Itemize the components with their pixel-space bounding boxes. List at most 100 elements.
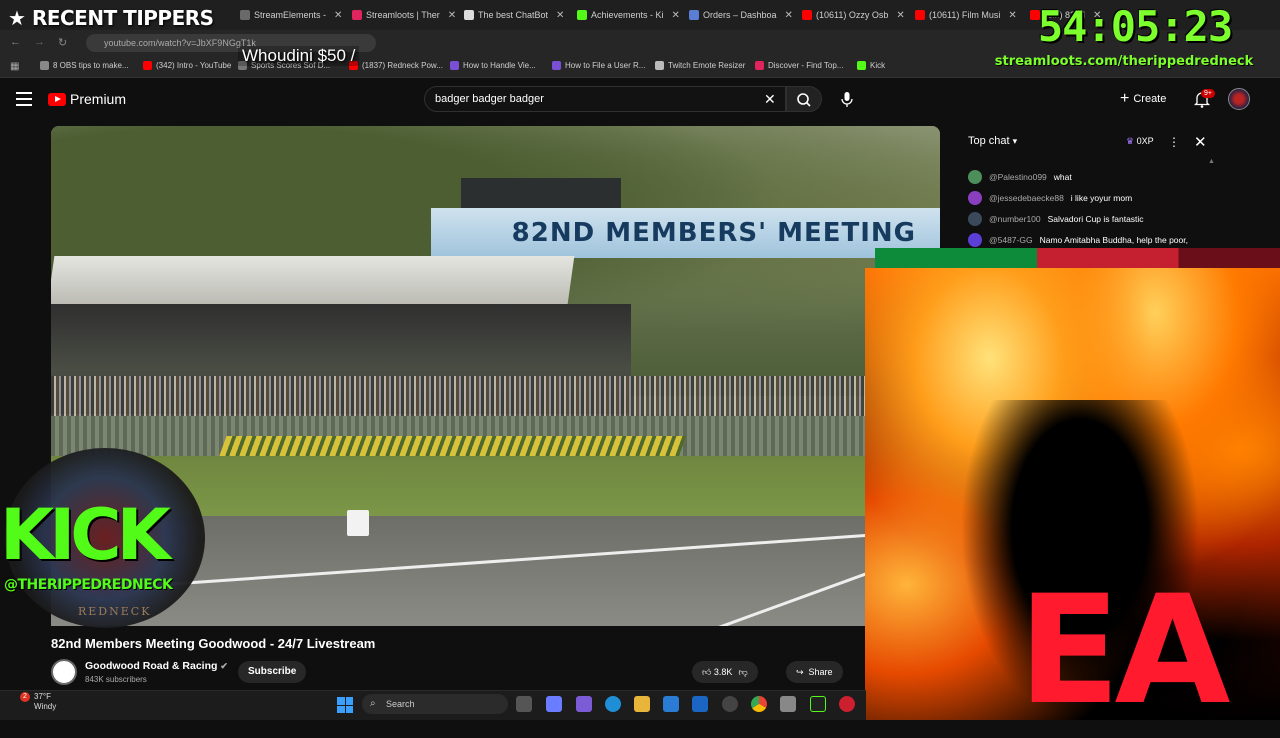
subscribe-button[interactable]: Subscribe: [238, 661, 307, 683]
share-label: Share: [808, 667, 833, 677]
channel-avatar[interactable]: [51, 659, 77, 685]
browser-tab[interactable]: StreamElements - ✕: [240, 5, 350, 25]
store-icon[interactable]: [663, 696, 679, 712]
bookmark-favicon-icon: [857, 61, 866, 70]
subathon-timer: 54:05:23: [1037, 2, 1233, 51]
bookmark-item[interactable]: Discover - Find Top...: [755, 61, 843, 70]
share-button[interactable]: ↪ Share: [786, 661, 843, 683]
clear-search-icon[interactable]: ✕: [764, 91, 776, 108]
youtube-logo[interactable]: Premium: [48, 91, 126, 107]
chat-xp-badge[interactable]: ♛ 0XP: [1126, 136, 1154, 147]
browser-tab[interactable]: Achievements - Ki ✕: [577, 5, 687, 25]
share-icon: ↪: [796, 666, 804, 677]
file-explorer-icon[interactable]: [634, 696, 650, 712]
terminal-icon[interactable]: [810, 696, 826, 712]
like-button[interactable]: 👍︎ 3.8K: [702, 667, 732, 678]
back-icon[interactable]: ←: [10, 36, 21, 48]
bookmark-favicon-icon: [450, 61, 459, 70]
video-scene-sign: [461, 178, 621, 210]
close-tab-icon[interactable]: ✕: [448, 10, 456, 21]
recent-tippers-overlay: ★ RECENT TIPPERS: [0, 4, 214, 32]
bookmark-item[interactable]: (342) Intro - YouTube: [143, 61, 231, 70]
search-input[interactable]: badger badger badger: [424, 86, 786, 112]
bookmark-favicon-icon: [655, 61, 664, 70]
browser-tab[interactable]: (10611) Ozzy Osb ✕: [802, 5, 912, 25]
voice-search-button[interactable]: [836, 88, 858, 110]
outlook-icon[interactable]: [692, 696, 708, 712]
close-chat-icon[interactable]: ✕: [1194, 133, 1207, 151]
app-icon[interactable]: [780, 696, 796, 712]
obs-icon[interactable]: [722, 696, 738, 712]
create-button[interactable]: + Create: [1120, 88, 1166, 110]
video-scene-grandstand-roof: [51, 256, 575, 304]
browser-tab[interactable]: The best ChatBot ✕: [464, 5, 574, 25]
teams-icon[interactable]: [576, 696, 592, 712]
close-tab-icon[interactable]: ✕: [896, 10, 904, 21]
tab-favicon-icon: [240, 10, 250, 20]
star-icon: ★: [8, 7, 26, 30]
reload-icon[interactable]: ↻: [58, 36, 67, 49]
bookmark-item[interactable]: (1837) Redneck Pow...: [349, 61, 443, 70]
chrome-icon[interactable]: [751, 696, 767, 712]
rtg-icon[interactable]: [839, 696, 855, 712]
browser-tab[interactable]: Orders – Dashboa ✕: [689, 5, 799, 25]
chevron-down-icon: ▾: [1012, 135, 1018, 146]
bookmark-item[interactable]: How to Handle Vie...: [450, 61, 536, 70]
search-icon: ⌕: [370, 698, 376, 709]
close-tab-icon[interactable]: ✕: [556, 10, 564, 21]
chat-author[interactable]: @Palestino099: [989, 172, 1047, 182]
close-tab-icon[interactable]: ✕: [785, 10, 793, 21]
kick-logo-text: KICK: [0, 494, 171, 576]
logo-text: Premium: [70, 91, 127, 107]
tab-label: Orders – Dashboa: [703, 10, 777, 20]
edge-icon[interactable]: [605, 696, 621, 712]
tab-label: StreamElements -: [254, 10, 327, 20]
more-options-icon[interactable]: ⋮: [1168, 135, 1180, 149]
tab-favicon-icon: [464, 10, 474, 20]
close-tab-icon[interactable]: ✕: [334, 10, 342, 21]
search-button[interactable]: [786, 86, 822, 112]
chat-avatar[interactable]: [968, 212, 982, 226]
tab-favicon-icon: [689, 10, 699, 20]
chat-avatar[interactable]: [968, 233, 982, 247]
forward-icon[interactable]: →: [34, 36, 45, 48]
chat-scroll-up-icon[interactable]: ▲: [1208, 158, 1215, 165]
chat-author[interactable]: @5487-GG: [989, 235, 1033, 245]
chat-avatar[interactable]: [968, 191, 982, 205]
channel-name[interactable]: Goodwood Road & Racing ✔: [85, 660, 228, 672]
bookmark-label: Twitch Emote Resizer: [668, 61, 746, 70]
task-view-icon[interactable]: [516, 696, 532, 712]
bookmark-item[interactable]: Kick: [857, 61, 885, 70]
tab-favicon-icon: [352, 10, 362, 20]
browser-tab[interactable]: Streamloots | Ther ✕: [352, 5, 462, 25]
chat-message: @jessedebaecke88 i like yoyur mom: [968, 191, 1132, 205]
dislike-button[interactable]: 👎︎: [738, 667, 747, 678]
bookmark-label: 8 OBS tips to make...: [53, 61, 129, 70]
chat-message: @5487-GG Namo Amitabha Buddha, help the p…: [968, 233, 1188, 247]
subscriber-count: 843K subscribers: [85, 675, 147, 684]
chat-author[interactable]: @number100: [989, 214, 1041, 224]
copilot-icon[interactable]: [546, 696, 562, 712]
search-icon: [797, 93, 811, 107]
hamburger-menu-icon[interactable]: [16, 92, 32, 106]
crown-icon: ♛: [1126, 136, 1135, 146]
bookmark-item[interactable]: 8 OBS tips to make...: [40, 61, 129, 70]
bookmark-label: (342) Intro - YouTube: [156, 61, 232, 70]
bookmark-label: Discover - Find Top...: [768, 61, 844, 70]
chat-text: Salvadori Cup is fantastic: [1047, 214, 1144, 224]
bookmark-item[interactable]: How to File a User R...: [552, 61, 645, 70]
chat-mode-dropdown[interactable]: Top chat ▾: [968, 135, 1017, 147]
weather-widget[interactable]: 37°F Windy: [12, 692, 56, 712]
start-button[interactable]: [337, 697, 353, 713]
bookmark-item[interactable]: Twitch Emote Resizer: [655, 61, 745, 70]
account-avatar[interactable]: [1228, 88, 1250, 110]
video-scene-banner: 82ND MEMBERS' MEETING: [431, 208, 940, 258]
chat-message: @Palestino099 what: [968, 170, 1072, 184]
chat-author[interactable]: @jessedebaecke88: [989, 193, 1064, 203]
taskbar-search[interactable]: ⌕ Search: [362, 694, 508, 714]
apps-icon[interactable]: ▦: [10, 61, 19, 72]
chat-text: i like yoyur mom: [1070, 193, 1133, 203]
close-tab-icon[interactable]: ✕: [672, 10, 680, 21]
chat-avatar[interactable]: [968, 170, 982, 184]
video-scene-marker: [347, 510, 369, 536]
